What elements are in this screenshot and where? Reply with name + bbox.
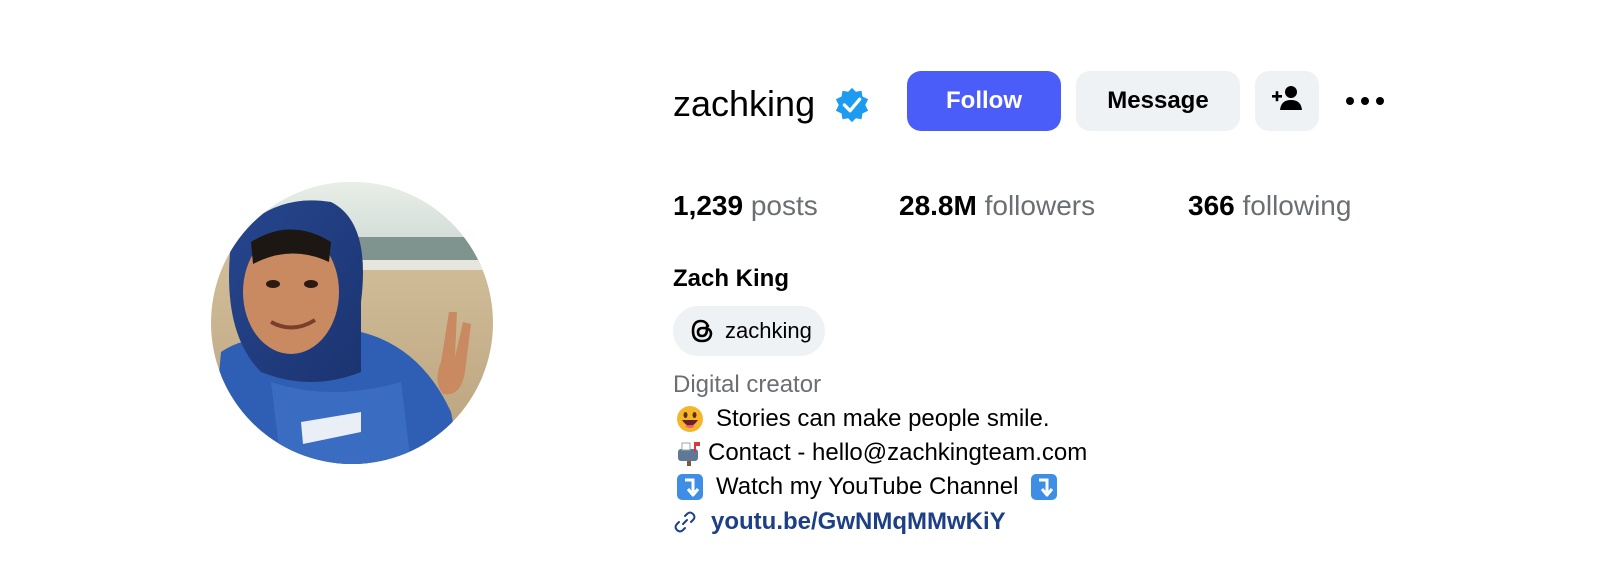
link-icon xyxy=(673,510,697,534)
down-right-arrow-emoji-icon xyxy=(676,473,704,501)
mailbox-emoji-icon xyxy=(676,440,702,466)
bio-line-3: Watch my YouTube Channel xyxy=(676,470,1058,504)
followers-label: followers xyxy=(984,190,1096,221)
avatar-photo xyxy=(211,182,493,464)
bio-line-1: Stories can make people smile. xyxy=(676,402,1050,436)
profile-full-name: Zach King xyxy=(673,265,790,292)
following-number: 366 xyxy=(1188,190,1235,221)
more-options-icon xyxy=(1345,93,1385,111)
threads-handle: zachking xyxy=(725,318,812,343)
bio-text-1: Stories can make people smile. xyxy=(716,405,1050,432)
followers-link[interactable]: 28.8M followers xyxy=(899,186,1095,226)
grinning-face-emoji-icon xyxy=(676,405,704,433)
followers-number: 28.8M xyxy=(899,190,977,221)
external-link-text[interactable]: youtu.be/GwNMqMMwKiY xyxy=(711,505,1006,539)
bio-text-3: Watch my YouTube Channel xyxy=(716,473,1019,500)
following-label: following xyxy=(1242,190,1352,221)
follow-button[interactable]: Follow xyxy=(907,71,1061,131)
profile-category: Digital creator xyxy=(673,371,822,398)
profile-avatar[interactable] xyxy=(211,182,493,464)
posts-number: 1,239 xyxy=(673,190,744,221)
message-button[interactable]: Message xyxy=(1076,71,1240,131)
suggested-accounts-button[interactable] xyxy=(1255,71,1319,131)
bio-line-2: Contact - hello@zachkingteam.com xyxy=(676,436,1087,470)
threads-icon xyxy=(687,316,717,346)
bio-text-2: Contact - hello@zachkingteam.com xyxy=(708,439,1088,466)
posts-count: 1,239 posts xyxy=(673,186,818,226)
down-right-arrow-emoji-icon xyxy=(1030,473,1058,501)
threads-profile-link[interactable]: zachking xyxy=(673,306,825,356)
verified-badge-icon xyxy=(833,86,871,124)
external-link[interactable]: youtu.be/GwNMqMMwKiY xyxy=(673,505,1006,539)
following-link[interactable]: 366 following xyxy=(1188,186,1351,226)
profile-username: zachking xyxy=(673,83,816,124)
posts-label: posts xyxy=(750,190,818,221)
add-person-icon xyxy=(1271,84,1303,119)
more-options-button[interactable] xyxy=(1338,80,1392,124)
